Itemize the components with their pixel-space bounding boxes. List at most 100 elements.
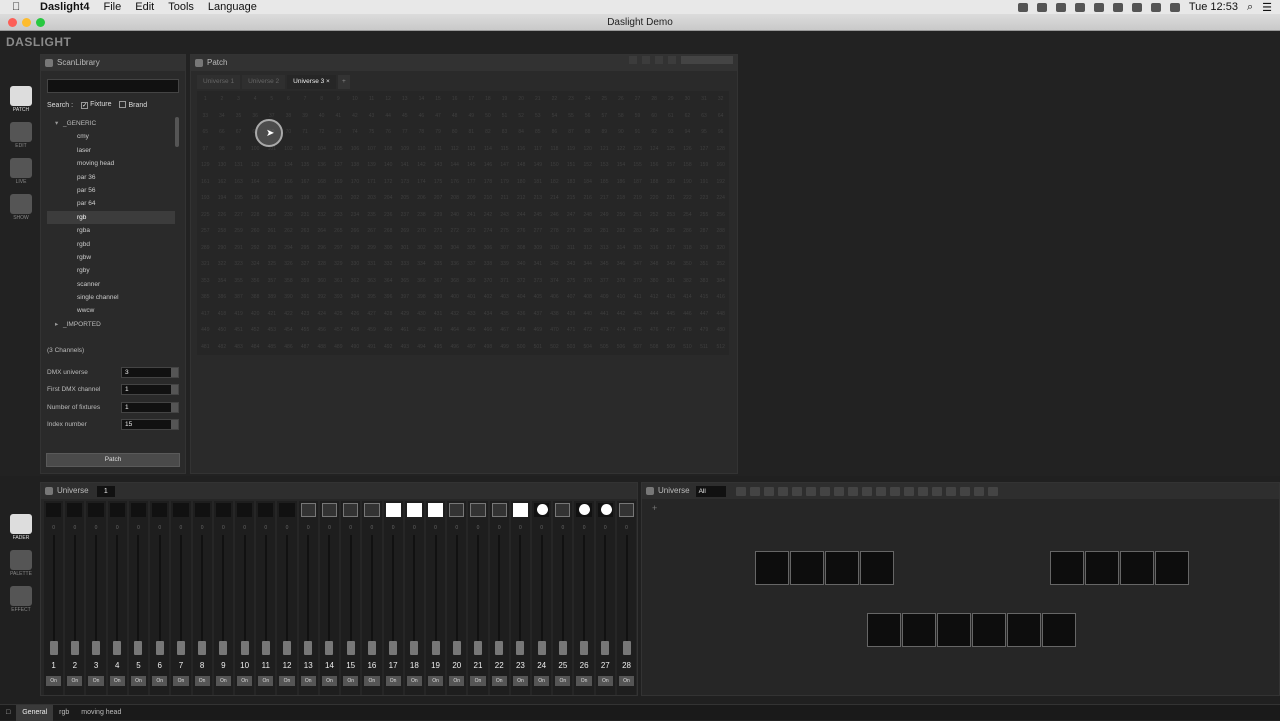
fixture-cell[interactable] [1120, 551, 1154, 585]
dmx-channel-cell[interactable]: 137 [330, 157, 347, 174]
dmx-channel-cell[interactable]: 335 [430, 256, 447, 273]
dmx-channel-cell[interactable]: 234 [347, 207, 364, 224]
dmx-channel-cell[interactable]: 458 [347, 322, 364, 339]
dmx-channel-cell[interactable]: 405 [530, 289, 547, 306]
dmx-channel-cell[interactable]: 474 [613, 322, 630, 339]
dmx-channel-cell[interactable]: 197 [264, 190, 281, 207]
dmx-channel-cell[interactable]: 257 [197, 223, 214, 240]
dmx-channel-cell[interactable]: 134 [280, 157, 297, 174]
zoom-out-icon[interactable] [749, 486, 760, 496]
distribute-icon[interactable] [847, 486, 858, 496]
dmx-channel-cell[interactable]: 224 [712, 190, 729, 207]
channel-swatch[interactable] [597, 503, 613, 517]
dmx-channel-cell[interactable]: 102 [280, 141, 297, 158]
dmx-channel-cell[interactable]: 254 [679, 207, 696, 224]
dmx-channel-cell[interactable]: 467 [496, 322, 513, 339]
dmx-channel-cell[interactable]: 446 [679, 306, 696, 323]
dmx-channel-cell[interactable]: 261 [264, 223, 281, 240]
dmx-channel-cell[interactable]: 413 [663, 289, 680, 306]
dmx-channel-cell[interactable]: 5 [264, 91, 281, 108]
dmx-channel-cell[interactable]: 142 [413, 157, 430, 174]
dmx-channel-cell[interactable]: 10 [347, 91, 364, 108]
dmx-channel-cell[interactable]: 133 [264, 157, 281, 174]
channel-swatch[interactable] [194, 503, 210, 517]
dmx-channel-cell[interactable]: 54 [546, 108, 563, 125]
dmx-channel-cell[interactable]: 109 [397, 141, 414, 158]
dmx-channel-cell[interactable]: 433 [463, 306, 480, 323]
select-icon[interactable] [805, 486, 816, 496]
dmx-channel-cell[interactable]: 76 [380, 124, 397, 141]
fader-track[interactable] [604, 535, 607, 651]
close-tab-icon[interactable]: × [326, 78, 330, 85]
dmx-channel-cell[interactable]: 164 [247, 174, 264, 191]
dmx-channel-cell[interactable]: 326 [280, 256, 297, 273]
dmx-channel-cell[interactable]: 489 [330, 339, 347, 356]
dmx-channel-cell[interactable]: 281 [596, 223, 613, 240]
dmx-channel-cell[interactable]: 196 [247, 190, 264, 207]
dmx-channel-cell[interactable]: 247 [563, 207, 580, 224]
channel-on-button[interactable]: On [321, 676, 338, 686]
dmx-channel-cell[interactable]: 417 [197, 306, 214, 323]
dmx-channel-cell[interactable]: 232 [313, 207, 330, 224]
dmx-channel-cell[interactable]: 75 [363, 124, 380, 141]
fader-knob[interactable] [495, 641, 504, 655]
dmx-channel-cell[interactable]: 240 [446, 207, 463, 224]
dmx-channel-cell[interactable]: 166 [280, 174, 297, 191]
fader-track[interactable] [498, 535, 501, 651]
dmx-channel-cell[interactable]: 85 [530, 124, 547, 141]
dmx-channel-cell[interactable]: 183 [563, 174, 580, 191]
dmx-channel-cell[interactable]: 498 [480, 339, 497, 356]
dmx-channel-cell[interactable]: 293 [264, 240, 281, 257]
dmx-channel-cell[interactable]: 411 [629, 289, 646, 306]
dmx-channel-cell[interactable]: 61 [663, 108, 680, 125]
dmx-channel-cell[interactable]: 79 [430, 124, 447, 141]
align-icon[interactable] [819, 486, 830, 496]
dmx-channel-cell[interactable]: 251 [629, 207, 646, 224]
dmx-channel-cell[interactable]: 404 [513, 289, 530, 306]
dmx-channel-cell[interactable]: 117 [530, 141, 547, 158]
fader-track[interactable] [95, 535, 98, 651]
dmx-channel-cell[interactable]: 341 [530, 256, 547, 273]
dmx-channel-cell[interactable]: 114 [480, 141, 497, 158]
delete-icon[interactable] [987, 486, 998, 496]
dmx-channel-cell[interactable]: 363 [363, 273, 380, 290]
fixture-cell[interactable] [825, 551, 859, 585]
dmx-channel-cell[interactable]: 153 [596, 157, 613, 174]
dmx-channel-cell[interactable]: 213 [530, 190, 547, 207]
dmx-channel-cell[interactable]: 82 [480, 124, 497, 141]
dmx-channel-cell[interactable]: 375 [563, 273, 580, 290]
dmx-channel-cell[interactable]: 152 [579, 157, 596, 174]
fixture-cell[interactable] [1155, 551, 1189, 585]
dmx-channel-cell[interactable]: 128 [712, 141, 729, 158]
dmx-channel-cell[interactable]: 403 [496, 289, 513, 306]
channel-on-button[interactable]: On [449, 676, 465, 686]
dmx-channel-cell[interactable]: 313 [596, 240, 613, 257]
dmx-channel-cell[interactable]: 168 [313, 174, 330, 191]
dmx-channel-cell[interactable]: 373 [530, 273, 547, 290]
dmx-channel-cell[interactable]: 210 [480, 190, 497, 207]
channel-swatch[interactable] [449, 503, 465, 517]
dmx-channel-cell[interactable]: 414 [679, 289, 696, 306]
dmx-channel-cell[interactable]: 508 [646, 339, 663, 356]
dmx-channel-cell[interactable]: 116 [513, 141, 530, 158]
dmx-channel-cell[interactable]: 362 [347, 273, 364, 290]
fader-knob[interactable] [70, 641, 79, 655]
channel-swatch[interactable] [215, 503, 231, 517]
fader-track[interactable] [455, 535, 458, 651]
dmx-channel-cell[interactable]: 512 [712, 339, 729, 356]
dmx-channel-cell[interactable]: 265 [330, 223, 347, 240]
dmx-channel-cell[interactable]: 371 [496, 273, 513, 290]
dmx-channel-cell[interactable]: 492 [380, 339, 397, 356]
tree-item[interactable]: par 64 [47, 197, 175, 210]
dmx-channel-cell[interactable]: 233 [330, 207, 347, 224]
dmx-channel-cell[interactable]: 230 [280, 207, 297, 224]
dmx-channel-cell[interactable]: 80 [446, 124, 463, 141]
dmx-channel-cell[interactable]: 284 [646, 223, 663, 240]
dmx-channel-cell[interactable]: 255 [696, 207, 713, 224]
dmx-channel-cell[interactable]: 485 [264, 339, 281, 356]
dmx-channel-cell[interactable]: 314 [613, 240, 630, 257]
fader-knob[interactable] [367, 641, 376, 655]
dmx-channel-cell[interactable]: 258 [214, 223, 231, 240]
dmx-channel-cell[interactable]: 329 [330, 256, 347, 273]
close-window-button[interactable] [8, 18, 17, 27]
